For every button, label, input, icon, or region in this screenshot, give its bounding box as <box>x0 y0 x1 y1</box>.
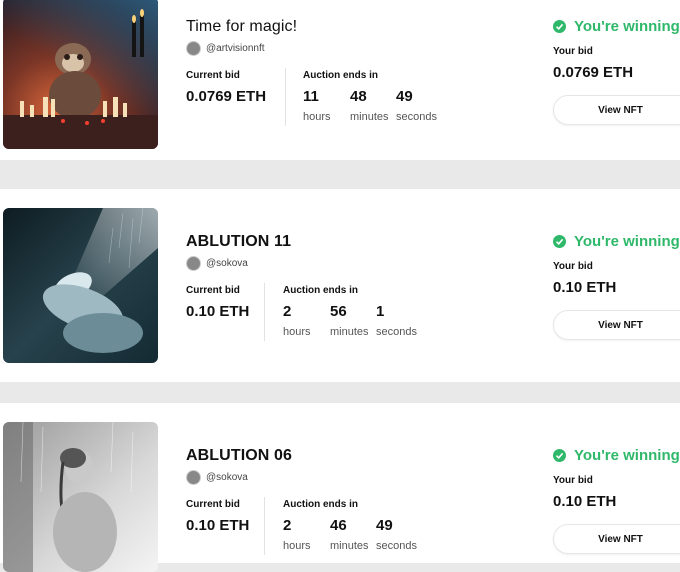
minutes-value: 46 <box>330 517 347 534</box>
nft-card: ABLUTION 11 @sokova Current bid 0.10 ETH… <box>0 189 680 382</box>
seconds-unit: seconds <box>376 540 417 552</box>
view-nft-button[interactable]: View NFT <box>553 95 680 125</box>
creator-handle[interactable]: @sokova <box>186 470 248 485</box>
hours-unit: hours <box>303 111 331 123</box>
nft-artwork[interactable] <box>3 422 158 572</box>
nft-title[interactable]: ABLUTION 11 <box>186 233 291 251</box>
minutes-value: 56 <box>330 303 347 320</box>
view-nft-button[interactable]: View NFT <box>553 524 680 554</box>
creator-handle[interactable]: @sokova <box>186 256 248 271</box>
winning-text: You're winning! <box>574 18 680 35</box>
creator-handle[interactable]: @artvisionnft <box>186 41 265 56</box>
winning-status: You're winning! <box>553 18 680 35</box>
hours-unit: hours <box>283 326 311 338</box>
current-bid-value: 0.0769 ETH <box>186 88 267 105</box>
your-bid-label: Your bid <box>553 475 593 486</box>
current-bid-label: Current bid <box>186 285 240 296</box>
minutes-unit: minutes <box>330 326 369 338</box>
minutes-unit: minutes <box>350 111 389 123</box>
current-bid-value: 0.10 ETH <box>186 303 250 320</box>
divider <box>285 68 286 126</box>
minutes-unit: minutes <box>330 540 369 552</box>
auction-ends-label: Auction ends in <box>283 499 358 510</box>
nft-card: Time for magic! @artvisionnft Current bi… <box>0 0 680 160</box>
your-bid-label: Your bid <box>553 261 593 272</box>
winning-text: You're winning! <box>574 233 680 250</box>
nft-artwork[interactable] <box>3 208 158 363</box>
your-bid-value: 0.10 ETH <box>553 279 617 296</box>
winning-status: You're winning! <box>553 447 680 464</box>
winning-status: You're winning! <box>553 233 680 250</box>
current-bid-value: 0.10 ETH <box>186 517 250 534</box>
hours-value: 11 <box>303 88 319 105</box>
nft-title[interactable]: Time for magic! <box>186 18 297 36</box>
nft-title[interactable]: ABLUTION 06 <box>186 447 292 465</box>
check-circle-icon <box>553 20 566 33</box>
auction-ends-label: Auction ends in <box>303 70 378 81</box>
check-circle-icon <box>553 235 566 248</box>
hours-unit: hours <box>283 540 311 552</box>
divider <box>264 497 265 555</box>
creator-name: @artvisionnft <box>206 43 265 54</box>
winning-text: You're winning! <box>574 447 680 464</box>
your-bid-label: Your bid <box>553 46 593 57</box>
auction-ends-label: Auction ends in <box>283 285 358 296</box>
seconds-value: 1 <box>376 303 385 320</box>
avatar <box>186 256 201 271</box>
nft-card: ABLUTION 06 @sokova Current bid 0.10 ETH… <box>0 403 680 572</box>
seconds-unit: seconds <box>376 326 417 338</box>
avatar <box>186 41 201 56</box>
seconds-value: 49 <box>376 517 393 534</box>
your-bid-value: 0.0769 ETH <box>553 64 634 81</box>
minutes-value: 48 <box>350 88 367 105</box>
seconds-value: 49 <box>396 88 413 105</box>
hours-value: 2 <box>283 303 292 320</box>
creator-name: @sokova <box>206 472 248 483</box>
check-circle-icon <box>553 449 566 462</box>
creator-name: @sokova <box>206 258 248 269</box>
divider <box>264 283 265 341</box>
current-bid-label: Current bid <box>186 499 240 510</box>
seconds-unit: seconds <box>396 111 437 123</box>
nft-artwork[interactable] <box>3 0 158 149</box>
avatar <box>186 470 201 485</box>
view-nft-button[interactable]: View NFT <box>553 310 680 340</box>
hours-value: 2 <box>283 517 292 534</box>
current-bid-label: Current bid <box>186 70 240 81</box>
your-bid-value: 0.10 ETH <box>553 493 617 510</box>
